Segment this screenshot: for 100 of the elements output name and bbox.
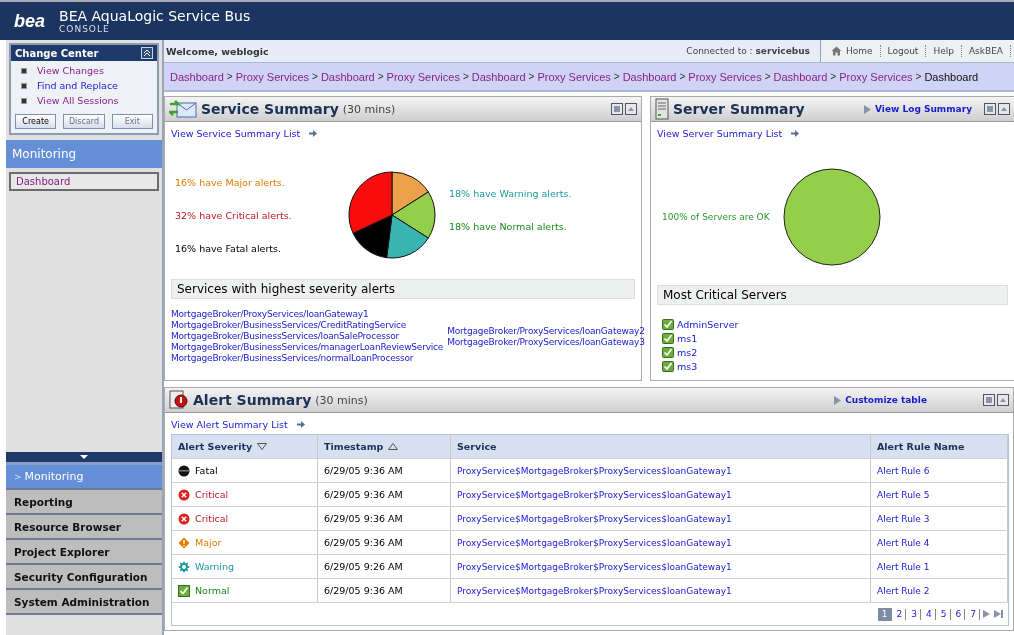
page-link[interactable]: 6 (952, 608, 966, 620)
change-center-link[interactable]: View Changes (37, 65, 104, 76)
alert-rule-link[interactable]: Alert Rule 3 (877, 513, 930, 524)
page-link[interactable]: 2 (893, 608, 907, 620)
service-link[interactable]: MortgageBroker/ProxyServices/loanGateway1 (171, 309, 444, 320)
page-link[interactable]: 3 (908, 608, 922, 620)
collapse-icon[interactable] (141, 47, 153, 59)
breadcrumb-link[interactable]: Dashboard (773, 70, 828, 83)
severity-text: Critical (195, 513, 229, 524)
server-icon (655, 98, 669, 120)
change-center-link[interactable]: Find and Replace (37, 80, 118, 91)
arrow-icon (791, 130, 800, 137)
last-page-icon[interactable] (993, 609, 1004, 619)
panel-title: Alert Summary (193, 392, 312, 408)
utility-link[interactable]: AskBEA (968, 46, 1003, 56)
service-link[interactable]: MortgageBroker/BusinessServices/managerLoanReviewService (171, 342, 444, 353)
sidebar-item[interactable]: Dashboard (9, 172, 159, 191)
server-link[interactable]: ms2 (677, 346, 698, 358)
service-link[interactable]: ProxyService$MortgageBroker$ProxyServices$loanGateway1 (457, 465, 732, 476)
column-header[interactable]: Service (451, 435, 871, 458)
service-link[interactable]: MortgageBroker/BusinessServices/normalLoanProcessor (171, 353, 444, 364)
alert-rule-link[interactable]: Alert Rule 2 (877, 585, 930, 596)
breadcrumb-link[interactable]: Dashboard (622, 70, 677, 83)
breadcrumb-separator: > (764, 71, 771, 82)
nav-item[interactable]: Security Configuration (6, 565, 162, 590)
severity-text: Major (195, 537, 222, 548)
breadcrumb-link[interactable]: Dashboard (170, 70, 224, 83)
service-link[interactable]: ProxyService$MortgageBroker$ProxyServices$loanGateway1 (457, 489, 732, 500)
server-link[interactable]: AdminServer (677, 318, 739, 330)
service-link[interactable]: ProxyService$MortgageBroker$ProxyServices$loanGateway1 (457, 513, 732, 524)
service-link[interactable]: MortgageBroker/ProxyServices/loanGateway2 (447, 325, 645, 337)
severity-text: Normal (195, 585, 230, 596)
nav-item[interactable]: Project Explorer (6, 540, 162, 565)
service-link[interactable]: ProxyService$MortgageBroker$ProxyServices$loanGateway1 (457, 537, 732, 548)
window-buttons-icon[interactable] (984, 103, 1010, 115)
change-center-link[interactable]: View All Sessions (37, 95, 119, 106)
server-link[interactable]: ms1 (677, 332, 698, 344)
breadcrumb-link[interactable]: Proxy Services (386, 70, 460, 83)
breadcrumb-separator: > (312, 71, 318, 82)
breadcrumb-link[interactable]: Proxy Services (839, 70, 913, 83)
change-center-button[interactable]: Create (15, 114, 57, 129)
utility-link[interactable]: Help (933, 46, 954, 56)
arrow-icon (296, 421, 305, 428)
page-link[interactable]: 7 (967, 608, 980, 620)
breadcrumb-separator: > (613, 71, 620, 82)
alert-rule-link[interactable]: Alert Rule 4 (877, 537, 930, 548)
severity-text: Fatal (195, 465, 218, 476)
server-link[interactable]: ms3 (677, 360, 698, 372)
product-title: BEA AquaLogic Service Bus (59, 8, 251, 24)
column-header[interactable]: Alert Severity (172, 435, 318, 458)
legend-text: 16% have Fatal alerts. (175, 242, 282, 254)
breadcrumb-link[interactable]: Proxy Services (235, 70, 310, 83)
nav-item[interactable]: Resource Browser (6, 515, 162, 540)
summary-list-link[interactable]: View Service Summary List (171, 128, 301, 139)
summary-list-link[interactable]: View Alert Summary List (171, 419, 288, 430)
severity-text: Warning (195, 561, 235, 572)
breadcrumb-link[interactable]: Dashboard (924, 70, 979, 83)
bullet-icon (21, 67, 27, 74)
legend-text: 32% have Critical alerts. (175, 209, 293, 221)
severity-text: Critical (195, 489, 229, 500)
play-icon (834, 395, 842, 405)
page-link[interactable]: 5 (937, 608, 951, 620)
breadcrumb-link[interactable]: Proxy Services (688, 70, 762, 83)
breadcrumb-separator: > (830, 71, 837, 82)
service-link[interactable]: ProxyService$MortgageBroker$ProxyServices$loanGateway1 (457, 561, 732, 572)
breadcrumb-separator: > (679, 71, 686, 82)
panel-title: Server Summary (673, 101, 805, 117)
service-link[interactable]: MortgageBroker/BusinessServices/loanSaleProcessor (171, 331, 444, 342)
alert-rule-link[interactable]: Alert Rule 1 (877, 561, 930, 572)
alert-rule-link[interactable]: Alert Rule 6 (877, 465, 930, 476)
column-header[interactable]: Timestamp (318, 435, 451, 458)
customize-table-link[interactable]: Customize table (845, 395, 927, 405)
window-buttons-icon[interactable] (611, 103, 637, 115)
service-link[interactable]: MortgageBroker/BusinessServices/CreditRatingService (171, 320, 444, 331)
service-link[interactable]: ProxyService$MortgageBroker$ProxyServices$loanGateway1 (457, 585, 732, 596)
table-cell: 6/29/05 9:26 AM (318, 555, 451, 578)
column-header[interactable]: Alert Rule Name (871, 435, 1008, 458)
utility-link[interactable]: Home (846, 46, 873, 56)
breadcrumb-link[interactable]: Dashboard (471, 70, 526, 83)
utility-link[interactable]: Logout (887, 46, 919, 56)
nav-item[interactable]: Reporting (6, 490, 162, 515)
view-log-summary-link[interactable]: View Log Summary (875, 104, 972, 114)
logo: bea (14, 10, 46, 32)
window-buttons-icon[interactable] (983, 394, 1009, 406)
summary-list-link[interactable]: View Server Summary List (657, 128, 783, 139)
play-icon (864, 104, 872, 114)
table-cell: 6/29/05 9:36 AM (318, 483, 451, 506)
breadcrumb-separator: > (226, 71, 233, 82)
breadcrumb-link[interactable]: Proxy Services (537, 70, 611, 83)
arrow-icon (309, 130, 318, 137)
next-page-icon[interactable] (982, 609, 991, 619)
splitter-handle[interactable] (6, 452, 162, 465)
section-heading: Services with highest severity alerts (171, 279, 635, 299)
table-cell: 6/29/05 9:36 AM (318, 459, 451, 482)
alert-rule-link[interactable]: Alert Rule 5 (877, 489, 930, 500)
nav-item[interactable]: System Administration (6, 590, 162, 615)
page-link[interactable]: 4 (923, 608, 936, 620)
breadcrumb-link[interactable]: Dashboard (320, 70, 375, 83)
table-cell: 6/29/05 9:36 AM (318, 531, 451, 554)
service-link[interactable]: MortgageBroker/ProxyServices/loanGateway3 (447, 336, 645, 348)
